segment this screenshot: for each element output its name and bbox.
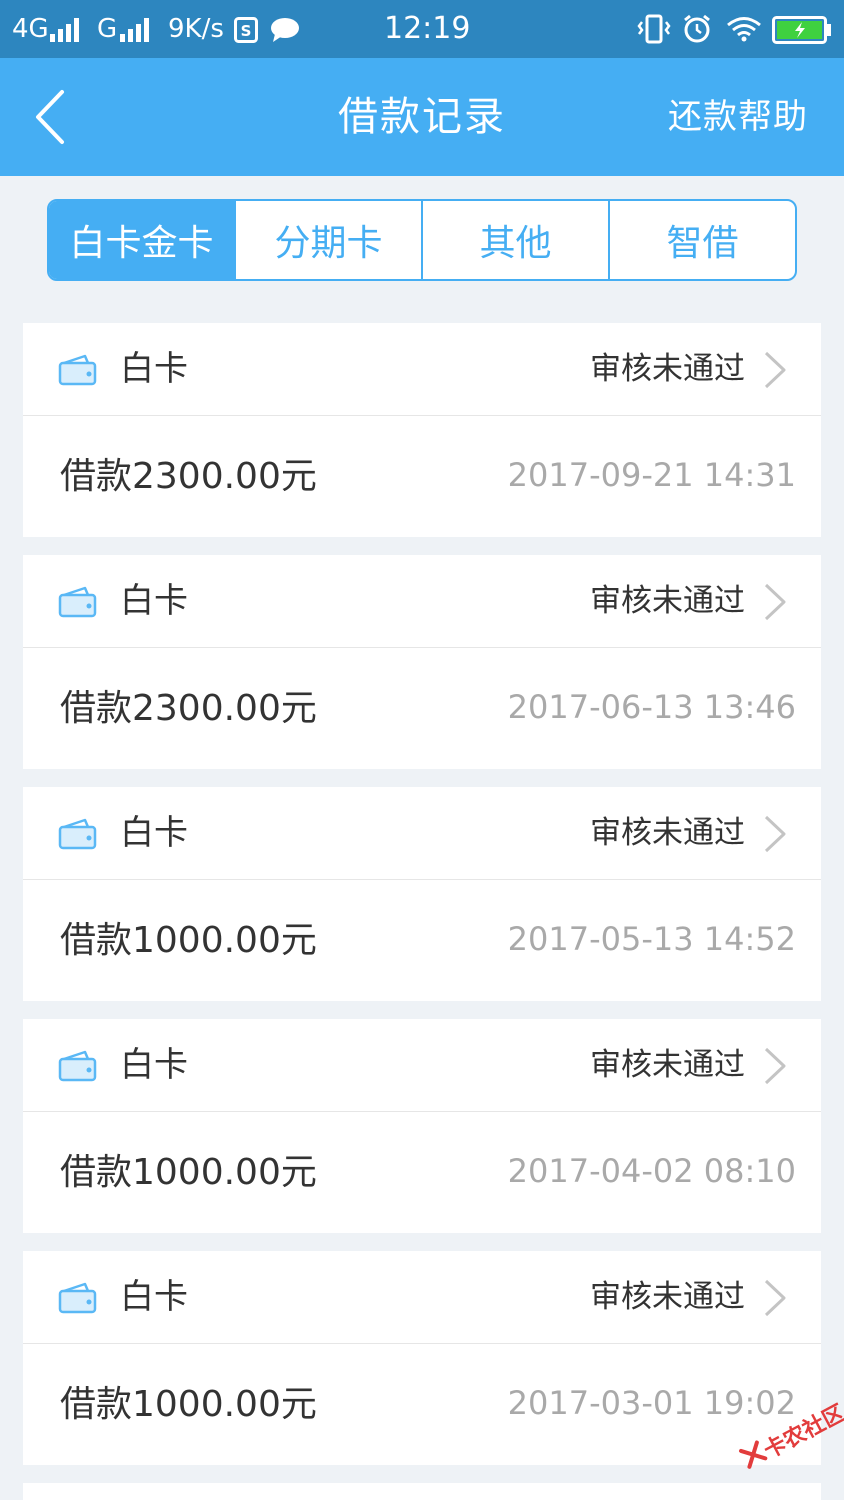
chevron-left-icon[interactable] — [28, 88, 72, 146]
record-header[interactable]: 白卡 审核未通过 — [23, 1251, 821, 1343]
repayment-help-button[interactable]: 还款帮助 — [668, 58, 808, 176]
chevron-right-icon — [764, 1279, 786, 1317]
loan-amount: 借款1000.00元 — [60, 920, 317, 961]
loan-datetime: 2017-09-21 14:31 — [507, 456, 796, 494]
loan-amount: 借款1000.00元 — [60, 1152, 317, 1193]
loan-record[interactable]: 白卡 审核未通过 借款1000.00元 2017-03-01 19:02 — [23, 1251, 821, 1465]
loan-record[interactable]: 白卡 审核未通过 借款1000.00元 2017-04-02 08:10 — [23, 1019, 821, 1233]
category-tabs: 白卡金卡 分期卡 其他 智借 — [47, 199, 797, 281]
loan-record[interactable]: 白卡 审核未通过 借款1000.00元 2017-05-13 14:52 — [23, 787, 821, 1001]
loan-amount: 借款1000.00元 — [60, 1384, 317, 1425]
card-type: 白卡 — [120, 1045, 188, 1085]
loan-amount: 借款2300.00元 — [60, 456, 317, 497]
chevron-right-icon — [764, 351, 786, 389]
chevron-right-icon — [764, 583, 786, 621]
loan-record-partial[interactable] — [23, 1483, 821, 1500]
signal-icon — [120, 18, 149, 42]
record-header[interactable]: 白卡 审核未通过 — [23, 323, 821, 415]
loan-datetime: 2017-06-13 13:46 — [507, 688, 796, 726]
battery-charging-icon — [772, 16, 831, 44]
wallet-icon — [58, 1282, 97, 1314]
loan-amount: 借款2300.00元 — [60, 688, 317, 729]
sim-s-icon: S — [234, 17, 258, 43]
status-badge: 审核未通过 — [590, 1279, 745, 1315]
card-type: 白卡 — [120, 581, 188, 621]
wallet-icon — [58, 1050, 97, 1082]
loan-record[interactable]: 白卡 审核未通过 借款2300.00元 2017-06-13 13:46 — [23, 555, 821, 769]
chat-bubble-icon — [271, 18, 299, 42]
network-type: 4G — [12, 14, 49, 44]
status-badge: 审核未通过 — [590, 1047, 745, 1083]
card-type: 白卡 — [120, 813, 188, 853]
wallet-icon — [58, 818, 97, 850]
card-type: 白卡 — [120, 1277, 188, 1317]
loan-record[interactable]: 白卡 审核未通过 借款2300.00元 2017-09-21 14:31 — [23, 323, 821, 537]
status-badge: 审核未通过 — [590, 583, 745, 619]
alarm-icon — [684, 14, 710, 43]
status-badge: 审核未通过 — [590, 351, 745, 387]
svg-text:S: S — [241, 22, 252, 40]
record-header[interactable]: 白卡 审核未通过 — [23, 1019, 821, 1111]
chevron-right-icon — [764, 1047, 786, 1085]
tab-smart-loan[interactable]: 智借 — [608, 201, 795, 279]
tab-other[interactable]: 其他 — [421, 201, 608, 279]
signal-icon — [50, 18, 79, 42]
network-speed: 9K/s — [168, 14, 224, 44]
wifi-icon — [727, 17, 761, 42]
loan-datetime: 2017-04-02 08:10 — [507, 1152, 796, 1190]
app-screen: 4G G 9K/s S 12:19 借款记录 还款帮助 白卡金卡 分期卡 其他 … — [0, 0, 844, 1500]
network-type-2: G — [97, 14, 118, 44]
wallet-icon — [58, 586, 97, 618]
clock: 12:19 — [384, 11, 471, 46]
card-type: 白卡 — [120, 349, 188, 389]
wallet-icon — [58, 354, 97, 386]
chevron-right-icon — [764, 815, 786, 853]
record-header[interactable]: 白卡 审核未通过 — [23, 787, 821, 879]
status-bar: 4G G 9K/s S 12:19 — [0, 0, 844, 58]
status-badge: 审核未通过 — [590, 815, 745, 851]
tab-installment-card[interactable]: 分期卡 — [234, 201, 421, 279]
nav-bar: 借款记录 还款帮助 — [0, 58, 844, 176]
tab-white-gold-card[interactable]: 白卡金卡 — [49, 201, 234, 279]
vibrate-icon — [637, 14, 671, 44]
record-header[interactable]: 白卡 审核未通过 — [23, 555, 821, 647]
loan-datetime: 2017-05-13 14:52 — [507, 920, 796, 958]
